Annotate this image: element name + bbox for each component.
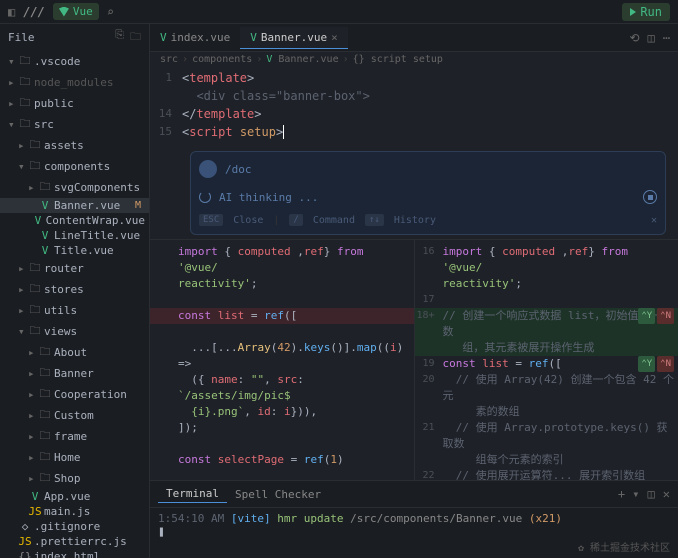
term-prompt: ❚ — [158, 525, 670, 538]
tree-item[interactable]: ▸🗀node_modules — [0, 72, 149, 93]
tree-item[interactable]: ▸🗀svgComponents — [0, 177, 149, 198]
new-folder-icon[interactable]: 🗀 — [130, 28, 141, 47]
tree-item[interactable]: VTitle.vue — [0, 243, 149, 258]
tree-item[interactable]: VContentWrap.vue — [0, 213, 149, 228]
breadcrumb-item[interactable]: {} script setup — [353, 54, 443, 65]
tree-item[interactable]: ▾🗀components — [0, 156, 149, 177]
framework-badge[interactable]: Vue — [53, 3, 99, 20]
tree-item[interactable]: JSmain.js — [0, 504, 149, 519]
watermark: ✿ 稀土掘金技术社区 — [578, 539, 670, 554]
reject-badge[interactable]: ⌃N — [657, 356, 674, 372]
add-terminal-icon[interactable]: + ▾ — [618, 487, 640, 501]
tree-item[interactable]: ▸🗀utils — [0, 300, 149, 321]
split-terminal-icon[interactable]: ◫ — [648, 487, 655, 501]
accept-badge[interactable]: ⌃Y — [638, 356, 655, 372]
breadcrumb-item[interactable]: src — [160, 54, 178, 65]
esc-key: ESC — [199, 214, 223, 226]
breadcrumb: src›components›V Banner.vue›{} script se… — [150, 52, 678, 67]
editor-area: Vindex.vueVBanner.vue× ⟲ ◫ ⋯ src›compone… — [150, 24, 678, 558]
framework-label: Vue — [73, 5, 93, 18]
reject-badge[interactable]: ⌃N — [657, 308, 674, 324]
ai-assistant-popup: /doc AI thinking ... ESC Close | / Comma… — [190, 151, 666, 235]
tree-item[interactable]: ◇.gitignore — [0, 519, 149, 534]
cmd-label: Command — [313, 215, 355, 226]
panel-toggle-icon[interactable]: ◧ — [8, 5, 15, 19]
term-time: 1:54:10 AM — [158, 512, 224, 525]
spellcheck-tab[interactable]: Spell Checker — [227, 486, 329, 503]
tree-item[interactable]: VLineTitle.vue — [0, 228, 149, 243]
tree-item[interactable]: ▸🗀Banner — [0, 363, 149, 384]
tree-item[interactable]: ▸🗀Custom — [0, 405, 149, 426]
hist-key: ↑↓ — [365, 214, 384, 226]
term-vite: [vite] — [231, 512, 271, 525]
tree-item[interactable]: VApp.vue — [0, 489, 149, 504]
vue-icon — [59, 7, 69, 17]
tree-item[interactable]: ▾🗀views — [0, 321, 149, 342]
close-icon[interactable]: ✕ — [651, 215, 657, 226]
breadcrumb-item[interactable]: components — [192, 54, 252, 65]
close-icon[interactable]: × — [331, 31, 338, 44]
new-file-icon[interactable]: ⎘ — [115, 28, 124, 47]
ai-command: /doc — [225, 163, 252, 176]
tree-item[interactable]: ▸🗀public — [0, 93, 149, 114]
tree-item[interactable]: VBanner.vueM — [0, 198, 149, 213]
topbar: ◧ /// Vue ⌕ Run — [0, 0, 678, 24]
diff-pane-original[interactable]: import { computed ,ref} from '@vue/react… — [150, 240, 415, 480]
tree-item[interactable]: ▸🗀Shop — [0, 468, 149, 489]
search-icon[interactable]: ⌕ — [107, 5, 114, 19]
diff-pane-modified[interactable]: 16import { computed ,ref} from '@vue/rea… — [415, 240, 678, 480]
spinner-icon — [199, 191, 211, 203]
file-tree: ▾🗀.vscode▸🗀node_modules▸🗀public▾🗀src▸🗀as… — [0, 51, 149, 558]
tree-item[interactable]: JS.prettierrc.js — [0, 534, 149, 549]
run-label: Run — [640, 5, 662, 19]
cmd-key: / — [289, 214, 302, 226]
tree-item[interactable]: ▾🗀.vscode — [0, 51, 149, 72]
term-path: /src/components/Banner.vue — [350, 512, 522, 525]
diff-icon[interactable]: ⟲ — [629, 31, 639, 45]
stop-button[interactable] — [643, 190, 657, 204]
explorer-title: File — [8, 31, 35, 44]
term-hmr: hmr update — [277, 512, 343, 525]
tree-item[interactable]: ▾🗀src — [0, 114, 149, 135]
split-icon[interactable]: ◫ — [648, 31, 655, 45]
tree-item[interactable]: ▸🗀assets — [0, 135, 149, 156]
editor-tab[interactable]: VBanner.vue× — [240, 27, 347, 49]
tree-item[interactable]: {}index.html — [0, 549, 149, 558]
close-terminal-icon[interactable]: ✕ — [663, 487, 670, 501]
ai-status: AI thinking ... — [219, 191, 318, 204]
close-label: Close — [233, 215, 263, 226]
history-label: History — [394, 215, 436, 226]
code-editor[interactable]: 1<template> <div class="banner-box">14</… — [150, 67, 678, 147]
tree-item[interactable]: ▸🗀stores — [0, 279, 149, 300]
more-icon[interactable]: ⋯ — [663, 31, 670, 45]
term-count: (x21) — [529, 512, 562, 525]
editor-tabs: Vindex.vueVBanner.vue× ⟲ ◫ ⋯ — [150, 24, 678, 52]
diff-view: import { computed ,ref} from '@vue/react… — [150, 239, 678, 480]
breadcrumb-item[interactable]: V Banner.vue — [266, 54, 338, 65]
play-icon — [630, 8, 636, 16]
logo-icon: /// — [23, 5, 45, 19]
ai-avatar-icon — [199, 160, 217, 178]
file-explorer: File ⎘ 🗀 ▾🗀.vscode▸🗀node_modules▸🗀public… — [0, 24, 150, 558]
tree-item[interactable]: ▸🗀frame — [0, 426, 149, 447]
tree-item[interactable]: ▸🗀router — [0, 258, 149, 279]
run-button[interactable]: Run — [622, 3, 670, 21]
tree-item[interactable]: ▸🗀About — [0, 342, 149, 363]
editor-tab[interactable]: Vindex.vue — [150, 27, 240, 49]
tree-item[interactable]: ▸🗀Cooperation — [0, 384, 149, 405]
tree-item[interactable]: ▸🗀Home — [0, 447, 149, 468]
accept-badge[interactable]: ⌃Y — [638, 308, 655, 324]
terminal-tab[interactable]: Terminal — [158, 485, 227, 503]
